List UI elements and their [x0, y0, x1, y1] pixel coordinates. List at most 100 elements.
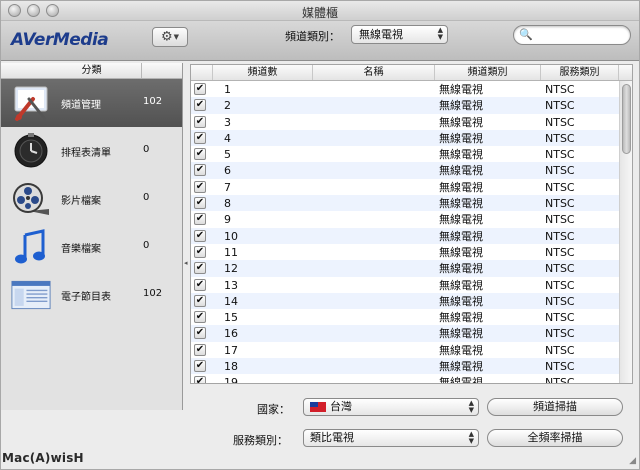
- vertical-scrollbar[interactable]: [619, 81, 632, 383]
- channel-number-cell: 13: [224, 278, 238, 292]
- table-row[interactable]: ✔ 16 無線電視 NTSC: [191, 325, 619, 342]
- service-type-cell: NTSC: [545, 180, 575, 194]
- split-view-handle-icon[interactable]: ◂: [184, 259, 188, 267]
- table-row[interactable]: ✔ 8 無線電視 NTSC: [191, 195, 619, 212]
- channel-type-cell: 無線電視: [439, 278, 483, 292]
- service-type-cell: NTSC: [545, 360, 575, 374]
- category-header-label: 分類: [81, 65, 102, 76]
- channel-type-cell: 無線電視: [439, 245, 483, 259]
- channel-type-value: 無線電視: [359, 28, 403, 41]
- channel-enabled-checkbox[interactable]: ✔: [194, 376, 206, 383]
- channel-number-cell: 2: [224, 99, 231, 113]
- channel-enabled-checkbox[interactable]: ✔: [194, 294, 206, 307]
- column-header-channel-number[interactable]: 頻道數: [213, 65, 313, 80]
- service-type-cell: NTSC: [545, 262, 575, 276]
- table-row[interactable]: ✔ 10 無線電視 NTSC: [191, 227, 619, 244]
- updown-arrows-icon: ▲ ▼: [468, 399, 474, 414]
- media-library-window: 媒體櫃 AVerMedia ⚙▼ 頻道類別： 無線電視 ▲ ▼ 🔍 分類 頻道管…: [0, 0, 640, 470]
- table-row[interactable]: ✔ 12 無線電視 NTSC: [191, 260, 619, 277]
- table-body: ✔ 1 無線電視 NTSC ✔ 2 無線電視 NTSC ✔ 3 無線電視 NTSC ✔ 4 無線電視 NTSC…: [191, 81, 619, 384]
- column-header-name[interactable]: 名稱: [313, 65, 435, 80]
- channel-enabled-checkbox[interactable]: ✔: [194, 327, 206, 340]
- sidebar-item-epg[interactable]: 電子節目表 102: [1, 271, 182, 319]
- table-row[interactable]: ✔ 14 無線電視 NTSC: [191, 292, 619, 310]
- channel-enabled-checkbox[interactable]: ✔: [194, 131, 206, 144]
- channel-number-cell: 4: [224, 131, 231, 145]
- scrollbar-thumb[interactable]: [622, 84, 631, 154]
- service-type-select[interactable]: 類比電視 ▲ ▼: [303, 429, 479, 447]
- table-row[interactable]: ✔ 6 無線電視 NTSC: [191, 162, 619, 179]
- channel-enabled-checkbox[interactable]: ✔: [194, 213, 206, 226]
- table-row[interactable]: ✔ 7 無線電視 NTSC: [191, 179, 619, 195]
- channel-type-cell: 無線電視: [439, 83, 483, 96]
- channel-number-cell: 1: [224, 83, 231, 96]
- search-field[interactable]: 🔍: [513, 25, 631, 45]
- column-header-service-type[interactable]: 服務類別: [541, 65, 619, 80]
- channel-enabled-checkbox[interactable]: ✔: [194, 360, 206, 373]
- channel-type-cell: 無線電視: [439, 213, 483, 227]
- service-type-cell: NTSC: [545, 343, 575, 357]
- sidebar-item-label: 電子節目表: [61, 292, 111, 303]
- table-row[interactable]: ✔ 4 無線電視 NTSC: [191, 129, 619, 147]
- epg-window-icon: [11, 280, 51, 310]
- table-row[interactable]: ✔ 9 無線電視 NTSC: [191, 211, 619, 227]
- table-row[interactable]: ✔ 5 無線電視 NTSC: [191, 146, 619, 162]
- channel-number-cell: 8: [224, 197, 231, 211]
- channel-number-cell: 9: [224, 213, 231, 227]
- channel-number-cell: 12: [224, 262, 238, 276]
- table-row[interactable]: ✔ 11 無線電視 NTSC: [191, 244, 619, 260]
- table-row[interactable]: ✔ 3 無線電視 NTSC: [191, 114, 619, 130]
- channel-enabled-checkbox[interactable]: ✔: [194, 115, 206, 128]
- table-row[interactable]: ✔ 13 無線電視 NTSC: [191, 277, 619, 293]
- channel-enabled-checkbox[interactable]: ✔: [194, 99, 206, 112]
- channel-number-cell: 10: [224, 229, 238, 243]
- channel-enabled-checkbox[interactable]: ✔: [194, 311, 206, 324]
- channel-type-select[interactable]: 無線電視 ▲ ▼: [351, 25, 448, 44]
- chevron-down-icon: ▼: [173, 33, 180, 41]
- channel-type-cell: 無線電視: [439, 343, 483, 357]
- country-label: 國家：: [257, 403, 290, 416]
- channel-enabled-checkbox[interactable]: ✔: [194, 83, 206, 95]
- channel-number-cell: 19: [224, 376, 238, 384]
- table-row[interactable]: ✔ 18 無線電視 NTSC: [191, 358, 619, 375]
- channel-type-cell: 無線電視: [439, 311, 483, 325]
- country-select[interactable]: 台灣 ▲ ▼: [303, 398, 479, 416]
- sidebar-item-channel-management[interactable]: 頻道管理 102: [1, 79, 182, 127]
- sidebar-item-video-files[interactable]: 影片檔案 0: [1, 175, 182, 223]
- channel-type-cell: 無線電視: [439, 164, 483, 178]
- table-row[interactable]: ✔ 2 無線電視 NTSC: [191, 97, 619, 114]
- resize-grip-icon[interactable]: ◢: [629, 456, 636, 466]
- column-header-channel-type[interactable]: 頻道類別: [435, 65, 541, 80]
- channel-enabled-checkbox[interactable]: ✔: [194, 278, 206, 291]
- title-bar[interactable]: 媒體櫃: [1, 1, 639, 21]
- service-type-cell: NTSC: [545, 376, 575, 384]
- updown-arrows-icon: ▲ ▼: [437, 26, 443, 41]
- channel-number-cell: 15: [224, 311, 238, 325]
- channel-type-cell: 無線電視: [439, 131, 483, 145]
- channel-number-cell: 11: [224, 245, 238, 259]
- action-menu-button[interactable]: ⚙▼: [152, 27, 188, 47]
- channel-scan-button[interactable]: 頻道掃描: [487, 398, 623, 416]
- table-row[interactable]: ✔ 17 無線電視 NTSC: [191, 342, 619, 358]
- country-value: 台灣: [330, 400, 352, 413]
- channel-number-cell: 7: [224, 180, 231, 194]
- category-header[interactable]: 分類: [1, 63, 182, 79]
- channel-enabled-checkbox[interactable]: ✔: [194, 164, 206, 177]
- full-frequency-scan-button[interactable]: 全頻率掃描: [487, 429, 623, 447]
- table-row[interactable]: ✔ 15 無線電視 NTSC: [191, 309, 619, 325]
- channel-enabled-checkbox[interactable]: ✔: [194, 262, 206, 275]
- sidebar-item-label: 音樂檔案: [61, 244, 101, 255]
- sidebar-item-schedule-list[interactable]: 排程表清單 0: [1, 127, 182, 175]
- channel-enabled-checkbox[interactable]: ✔: [194, 197, 206, 210]
- channel-number-cell: 6: [224, 164, 231, 178]
- column-header-checkbox[interactable]: [191, 65, 213, 80]
- table-row[interactable]: ✔ 1 無線電視 NTSC: [191, 81, 619, 97]
- channel-enabled-checkbox[interactable]: ✔: [194, 245, 206, 258]
- channel-enabled-checkbox[interactable]: ✔: [194, 148, 206, 161]
- channel-enabled-checkbox[interactable]: ✔: [194, 343, 206, 356]
- channel-enabled-checkbox[interactable]: ✔: [194, 229, 206, 242]
- channel-enabled-checkbox[interactable]: ✔: [194, 180, 206, 193]
- sidebar-item-music-files[interactable]: 音樂檔案 0: [1, 223, 182, 271]
- sidebar-item-label: 排程表清單: [61, 148, 111, 159]
- table-row[interactable]: ✔ 19 無線電視 NTSC: [191, 374, 619, 384]
